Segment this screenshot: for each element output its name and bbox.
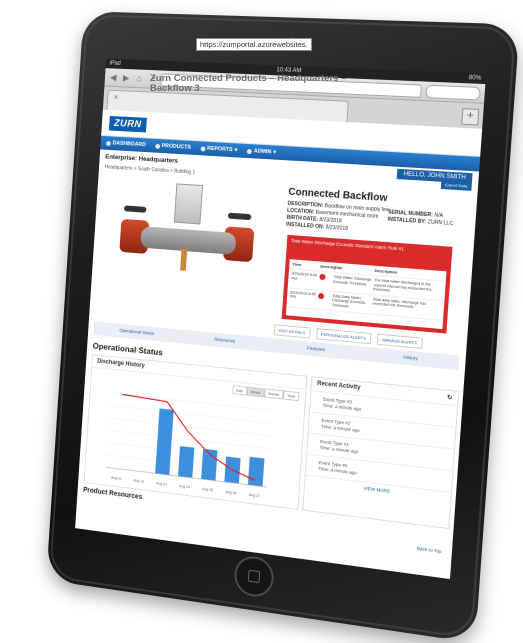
- status-left: iPad: [109, 59, 121, 69]
- backflow-product-image: [101, 175, 269, 285]
- severity-icon: [319, 274, 325, 281]
- url-label: https://zumportal.azurewebsites.: [196, 38, 312, 51]
- reports-icon: [200, 146, 205, 151]
- forward-icon[interactable]: ▶: [121, 73, 131, 83]
- recent-activity-panel: Recent Activity ↻ Event Type #3 Time: a m…: [302, 376, 459, 529]
- x-tick-label: Aug 25: [202, 487, 213, 492]
- panel-title: Discharge History: [92, 355, 306, 389]
- search-field[interactable]: [425, 84, 481, 100]
- product-info: Connected Backflow DESCRIPTION: Backflow…: [286, 187, 473, 242]
- range-year[interactable]: Year: [283, 390, 300, 401]
- refresh-icon[interactable]: ↻: [447, 394, 453, 402]
- nav-dashboard[interactable]: DASHBOARD: [106, 140, 146, 148]
- page-heading: Zurn Connected Products – Headquarters –…: [150, 74, 346, 94]
- admin-icon: [247, 148, 252, 153]
- range-week[interactable]: Week: [246, 387, 264, 398]
- export-data-button[interactable]: Export Data: [441, 180, 472, 191]
- edit-details-button[interactable]: EDIT DETAILS: [274, 324, 311, 338]
- chart-bar: [155, 408, 174, 475]
- back-icon[interactable]: ◀: [108, 72, 118, 82]
- enterprise-title[interactable]: Enterprise: Headquarters: [105, 153, 178, 164]
- range-month[interactable]: Month: [264, 389, 283, 400]
- bookmarks-icon[interactable]: ⌂: [134, 73, 144, 83]
- chart-bar: [248, 457, 265, 487]
- products-icon: [155, 143, 160, 148]
- severity-icon: [318, 293, 324, 300]
- handwheel-right: [228, 213, 252, 221]
- personalize-alerts-button[interactable]: PERSONALIZE ALERTS: [316, 328, 372, 344]
- nav-admin[interactable]: ADMIN ▾: [247, 148, 277, 156]
- x-tick-label: Aug 26: [225, 490, 236, 495]
- status-battery: 80%: [468, 73, 481, 84]
- scene: iPad 10:43 AM 80% ◀ ▶ ⌂ ↗ × + ZURN DASHB…: [0, 0, 523, 641]
- valve-body: [140, 226, 236, 255]
- tab-history[interactable]: History: [362, 347, 459, 370]
- alert-table: Time Severity Title Description 8/23/2019 8…: [286, 259, 447, 329]
- alert-panel: Total Water Discharge Exceeds Standard A…: [282, 235, 453, 334]
- activity-title: Recent Activity: [317, 381, 361, 392]
- tab-operational-status[interactable]: Operational Status: [93, 321, 180, 343]
- x-tick-label: Aug 23: [156, 481, 167, 486]
- handwheel-left: [124, 205, 147, 212]
- range-day[interactable]: Day: [232, 385, 247, 395]
- x-tick-label: Aug 21: [111, 476, 122, 481]
- x-tick-label: Aug 24: [179, 484, 190, 489]
- nav-reports[interactable]: REPORTS ▾: [200, 145, 237, 153]
- home-icon: [248, 570, 261, 584]
- new-tab-button[interactable]: +: [461, 108, 479, 125]
- ipad-device: iPad 10:43 AM 80% ◀ ▶ ⌂ ↗ × + ZURN DASHB…: [46, 11, 520, 643]
- x-tick-label: Aug 27: [249, 493, 260, 498]
- x-tick-label: Aug 22: [133, 478, 144, 483]
- discharge-history-panel: Discharge History Day Week Month Year Au…: [84, 354, 308, 510]
- close-icon[interactable]: ×: [114, 93, 119, 102]
- manage-alerts-button[interactable]: MANAGE ALERTS: [377, 334, 423, 349]
- dashboard-icon: [106, 141, 111, 146]
- zurn-logo: ZURN: [109, 115, 147, 132]
- control-box: [174, 183, 203, 224]
- ipad-screen: iPad 10:43 AM 80% ◀ ▶ ⌂ ↗ × + ZURN DASHB…: [75, 58, 486, 579]
- discharge-chart: Aug 21 Aug 22 Aug 23 Aug 24 Aug 25 Aug 26 Aug …: [88, 383, 300, 505]
- drain-stem: [180, 249, 187, 271]
- nav-products[interactable]: PRODUCTS: [155, 143, 191, 151]
- back-to-top-link[interactable]: Back to Top: [417, 546, 442, 554]
- chart-bar: [178, 446, 194, 478]
- tab-resources[interactable]: Resources: [180, 330, 271, 352]
